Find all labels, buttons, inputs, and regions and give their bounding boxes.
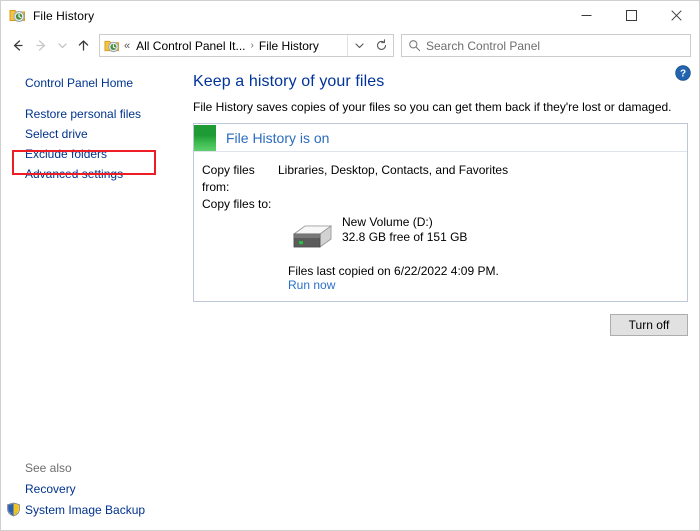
maximize-button[interactable]: [609, 1, 654, 30]
copy-files-from-value: Libraries, Desktop, Contacts, and Favori…: [278, 162, 508, 196]
address-file-history-icon: [104, 38, 120, 54]
window-controls: [564, 1, 699, 30]
sidebar-item-system-image-backup[interactable]: System Image Backup: [1, 499, 187, 520]
window-title: File History: [33, 9, 94, 23]
search-icon: [402, 35, 426, 56]
copy-files-from-label: Copy files from:: [194, 162, 278, 196]
main-pane: ? Keep a history of your files File Hist…: [187, 61, 700, 530]
breadcrumb-file-history[interactable]: File History: [257, 37, 321, 55]
content-area: Control Panel Home Restore personal file…: [1, 61, 699, 530]
svg-text:?: ?: [680, 69, 686, 80]
breadcrumb-separator-icon: ›: [251, 40, 254, 51]
external-drive-icon: [288, 221, 334, 255]
file-history-status-panel: File History is on Copy files from: Libr…: [193, 123, 688, 302]
drive-name: New Volume (D:): [342, 215, 467, 230]
copy-files-to-label: Copy files to:: [194, 196, 278, 213]
copy-files-from-row: Copy files from: Libraries, Desktop, Con…: [194, 162, 687, 196]
address-dropdown-chevron-icon[interactable]: [347, 35, 370, 56]
search-input[interactable]: Search Control Panel: [426, 39, 540, 53]
turn-off-row: Turn off: [193, 314, 688, 336]
status-panel-body: Copy files from: Libraries, Desktop, Con…: [194, 152, 687, 301]
drive-info: New Volume (D:) 32.8 GB free of 151 GB: [342, 215, 467, 245]
search-box[interactable]: Search Control Panel: [401, 34, 691, 57]
sidebar-see-also-section: See also Recovery System Image Backup: [1, 459, 187, 520]
sidebar-item-advanced-settings[interactable]: Advanced settings: [1, 164, 187, 184]
drive-free-space: 32.8 GB free of 151 GB: [342, 230, 467, 245]
run-now-link[interactable]: Run now: [288, 278, 335, 292]
refresh-button[interactable]: [370, 34, 394, 57]
sidebar: Control Panel Home Restore personal file…: [1, 61, 187, 530]
turn-off-button[interactable]: Turn off: [610, 314, 688, 336]
close-button[interactable]: [654, 1, 699, 30]
last-copied-text: Files last copied on 6/22/2022 4:09 PM.: [288, 264, 687, 278]
breadcrumb-overflow-icon[interactable]: «: [124, 40, 130, 52]
title-bar: File History: [1, 1, 699, 30]
sidebar-item-control-panel-home[interactable]: Control Panel Home: [1, 73, 187, 93]
back-button[interactable]: [5, 34, 29, 58]
breadcrumb-all-control-panel-items[interactable]: All Control Panel It...: [134, 37, 247, 55]
sidebar-spacer: [1, 93, 187, 104]
page-title: Keep a history of your files: [193, 73, 688, 91]
recent-locations-button[interactable]: [53, 34, 71, 58]
sidebar-item-exclude-folders[interactable]: Exclude folders: [1, 144, 187, 164]
address-bar[interactable]: « All Control Panel It... › File History: [99, 34, 371, 57]
last-copied-block: Files last copied on 6/22/2022 4:09 PM. …: [194, 264, 687, 292]
file-history-window: File History: [0, 0, 700, 531]
up-button[interactable]: [71, 34, 95, 58]
target-drive-block: New Volume (D:) 32.8 GB free of 151 GB: [194, 215, 687, 255]
sidebar-item-select-drive[interactable]: Select drive: [1, 124, 187, 144]
shield-icon: [6, 502, 21, 517]
sidebar-item-system-image-backup-label: System Image Backup: [25, 503, 145, 517]
see-also-label: See also: [1, 459, 187, 479]
status-heading: File History is on: [226, 130, 329, 146]
forward-button: [29, 34, 53, 58]
copy-files-to-row: Copy files to:: [194, 196, 687, 213]
sidebar-item-recovery[interactable]: Recovery: [1, 479, 187, 499]
file-history-icon: [9, 7, 26, 24]
status-panel-header: File History is on: [194, 124, 687, 152]
sidebar-item-restore-personal-files[interactable]: Restore personal files: [1, 104, 187, 124]
navigation-bar: « All Control Panel It... › File History: [1, 30, 699, 61]
help-icon[interactable]: ?: [675, 65, 691, 81]
status-on-indicator-icon: [194, 125, 216, 151]
page-description: File History saves copies of your files …: [193, 100, 688, 114]
minimize-button[interactable]: [564, 1, 609, 30]
